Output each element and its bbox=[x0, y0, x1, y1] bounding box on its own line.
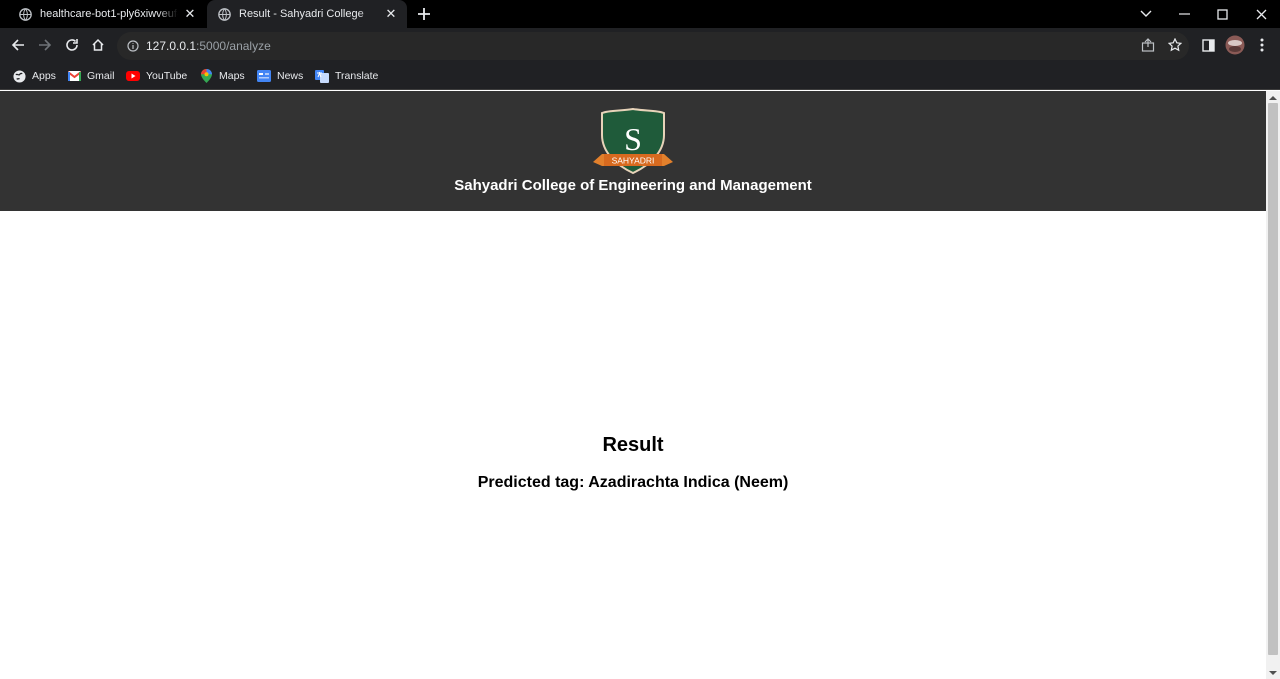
bookmark-label: Translate bbox=[335, 70, 379, 82]
close-tab-icon[interactable]: ✕ bbox=[182, 6, 198, 22]
bookmark-youtube[interactable]: YouTube bbox=[126, 68, 187, 84]
home-icon[interactable] bbox=[86, 33, 110, 57]
logo-ribbon-text: SAHYADRI bbox=[612, 156, 655, 166]
maps-pin-icon bbox=[199, 69, 213, 83]
url-text: 127.0.0.1:5000/analyze bbox=[146, 39, 271, 53]
tab-title: Result - Sahyadri College bbox=[239, 8, 364, 20]
youtube-icon bbox=[126, 69, 140, 83]
translate-icon bbox=[315, 69, 329, 83]
logo-letter: S bbox=[624, 121, 642, 157]
reload-icon[interactable] bbox=[60, 33, 84, 57]
minimize-icon[interactable] bbox=[1165, 0, 1203, 28]
scroll-down-icon[interactable] bbox=[1266, 667, 1280, 679]
globe-icon bbox=[217, 7, 231, 21]
back-icon[interactable] bbox=[6, 33, 30, 57]
vertical-scrollbar[interactable] bbox=[1266, 91, 1280, 679]
bookmark-label: Maps bbox=[219, 70, 245, 82]
bookmark-apps[interactable]: Apps bbox=[12, 68, 56, 84]
close-tab-icon[interactable]: ✕ bbox=[383, 6, 399, 22]
bookmark-news[interactable]: News bbox=[257, 68, 303, 84]
bookmark-label: Gmail bbox=[87, 70, 115, 82]
scrollbar-thumb[interactable] bbox=[1268, 103, 1278, 655]
bookmark-maps[interactable]: Maps bbox=[199, 68, 245, 84]
apps-globe-icon bbox=[12, 69, 26, 83]
scroll-up-icon[interactable] bbox=[1266, 91, 1280, 103]
tab-title: healthcare-bot1-ply6xiwveuf42 bbox=[40, 8, 178, 20]
bookmarks-bar: Apps Gmail YouTube Maps News Translate bbox=[0, 63, 1280, 90]
side-panel-icon[interactable] bbox=[1198, 35, 1218, 55]
college-logo: S SAHYADRI bbox=[592, 107, 674, 175]
page-viewport: S SAHYADRI Sahyadri College of Engineeri… bbox=[0, 91, 1266, 679]
predicted-tag: Predicted tag: Azadirachta Indica (Neem) bbox=[477, 474, 789, 491]
bookmark-translate[interactable]: Translate bbox=[315, 68, 378, 84]
bookmark-label: Apps bbox=[32, 70, 56, 82]
site-header: S SAHYADRI Sahyadri College of Engineeri… bbox=[0, 91, 1266, 211]
new-tab-icon[interactable] bbox=[414, 4, 434, 24]
tab-healthcare-bot[interactable]: healthcare-bot1-ply6xiwveuf42 ✕ bbox=[8, 0, 206, 28]
url-host: 127.0.0.1 bbox=[146, 39, 197, 53]
news-icon bbox=[257, 69, 271, 83]
forward-icon[interactable] bbox=[33, 33, 57, 57]
tab-strip: healthcare-bot1-ply6xiwveuf42 ✕ Result -… bbox=[0, 0, 1280, 28]
address-bar[interactable]: 127.0.0.1:5000/analyze bbox=[117, 32, 1189, 60]
share-icon[interactable] bbox=[1138, 35, 1158, 55]
close-window-icon[interactable] bbox=[1242, 0, 1280, 28]
menu-kebab-icon[interactable] bbox=[1252, 35, 1272, 55]
maximize-icon[interactable] bbox=[1203, 0, 1241, 28]
globe-icon bbox=[18, 7, 32, 21]
profile-avatar-icon[interactable] bbox=[1225, 35, 1245, 55]
gmail-icon bbox=[67, 69, 81, 83]
browser-toolbar: 127.0.0.1:5000/analyze bbox=[0, 28, 1280, 63]
result-heading: Result bbox=[602, 434, 664, 456]
bookmark-gmail[interactable]: Gmail bbox=[67, 68, 114, 84]
college-name: Sahyadri College of Engineering and Mana… bbox=[454, 177, 812, 194]
tab-result[interactable]: Result - Sahyadri College ✕ bbox=[207, 0, 407, 28]
bookmark-label: YouTube bbox=[146, 70, 188, 82]
url-path: :5000/analyze bbox=[196, 39, 271, 53]
bookmark-label: News bbox=[277, 70, 304, 82]
bookmark-star-icon[interactable] bbox=[1165, 35, 1185, 55]
tab-search-icon[interactable] bbox=[1127, 0, 1165, 28]
site-info-icon[interactable] bbox=[126, 39, 140, 53]
